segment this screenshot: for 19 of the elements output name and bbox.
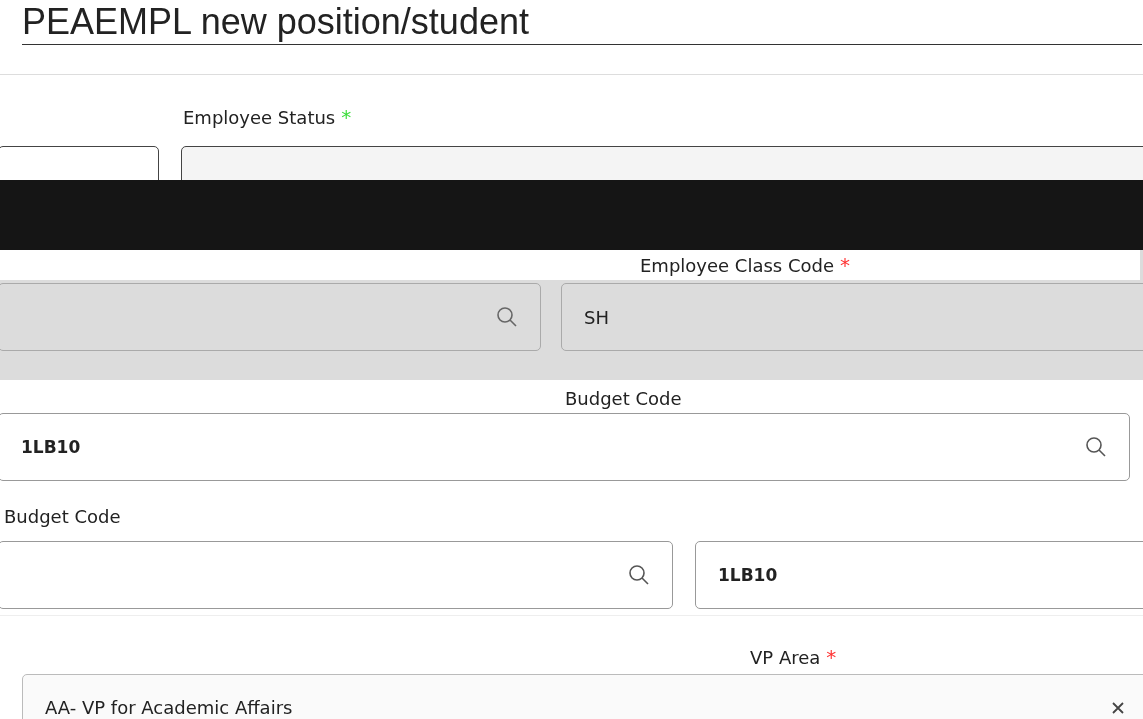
input-field[interactable]: 1LB10 [695, 541, 1143, 609]
input-field[interactable]: SH [561, 283, 1143, 351]
field-label: VP Area [750, 646, 821, 668]
close-icon[interactable] [1111, 701, 1125, 715]
search-field[interactable] [0, 283, 541, 351]
field-label: Budget Code [565, 387, 682, 409]
search-icon [1085, 436, 1107, 458]
page-title: PEAEMPL new position/student [22, 0, 1142, 45]
field-label: Employee Status [183, 106, 336, 128]
search-field[interactable] [0, 541, 673, 609]
field-label: Employee Class Code [640, 254, 835, 276]
search-icon [628, 564, 650, 586]
required-mark: * [341, 105, 352, 129]
select-field[interactable]: AA- VP for Academic Affairs [22, 674, 1143, 719]
search-field[interactable]: 1LB10 [0, 413, 1130, 481]
field-label: Budget Code [4, 505, 121, 527]
required-mark: * [826, 645, 837, 669]
required-mark: * [840, 253, 851, 277]
search-icon [496, 306, 518, 328]
